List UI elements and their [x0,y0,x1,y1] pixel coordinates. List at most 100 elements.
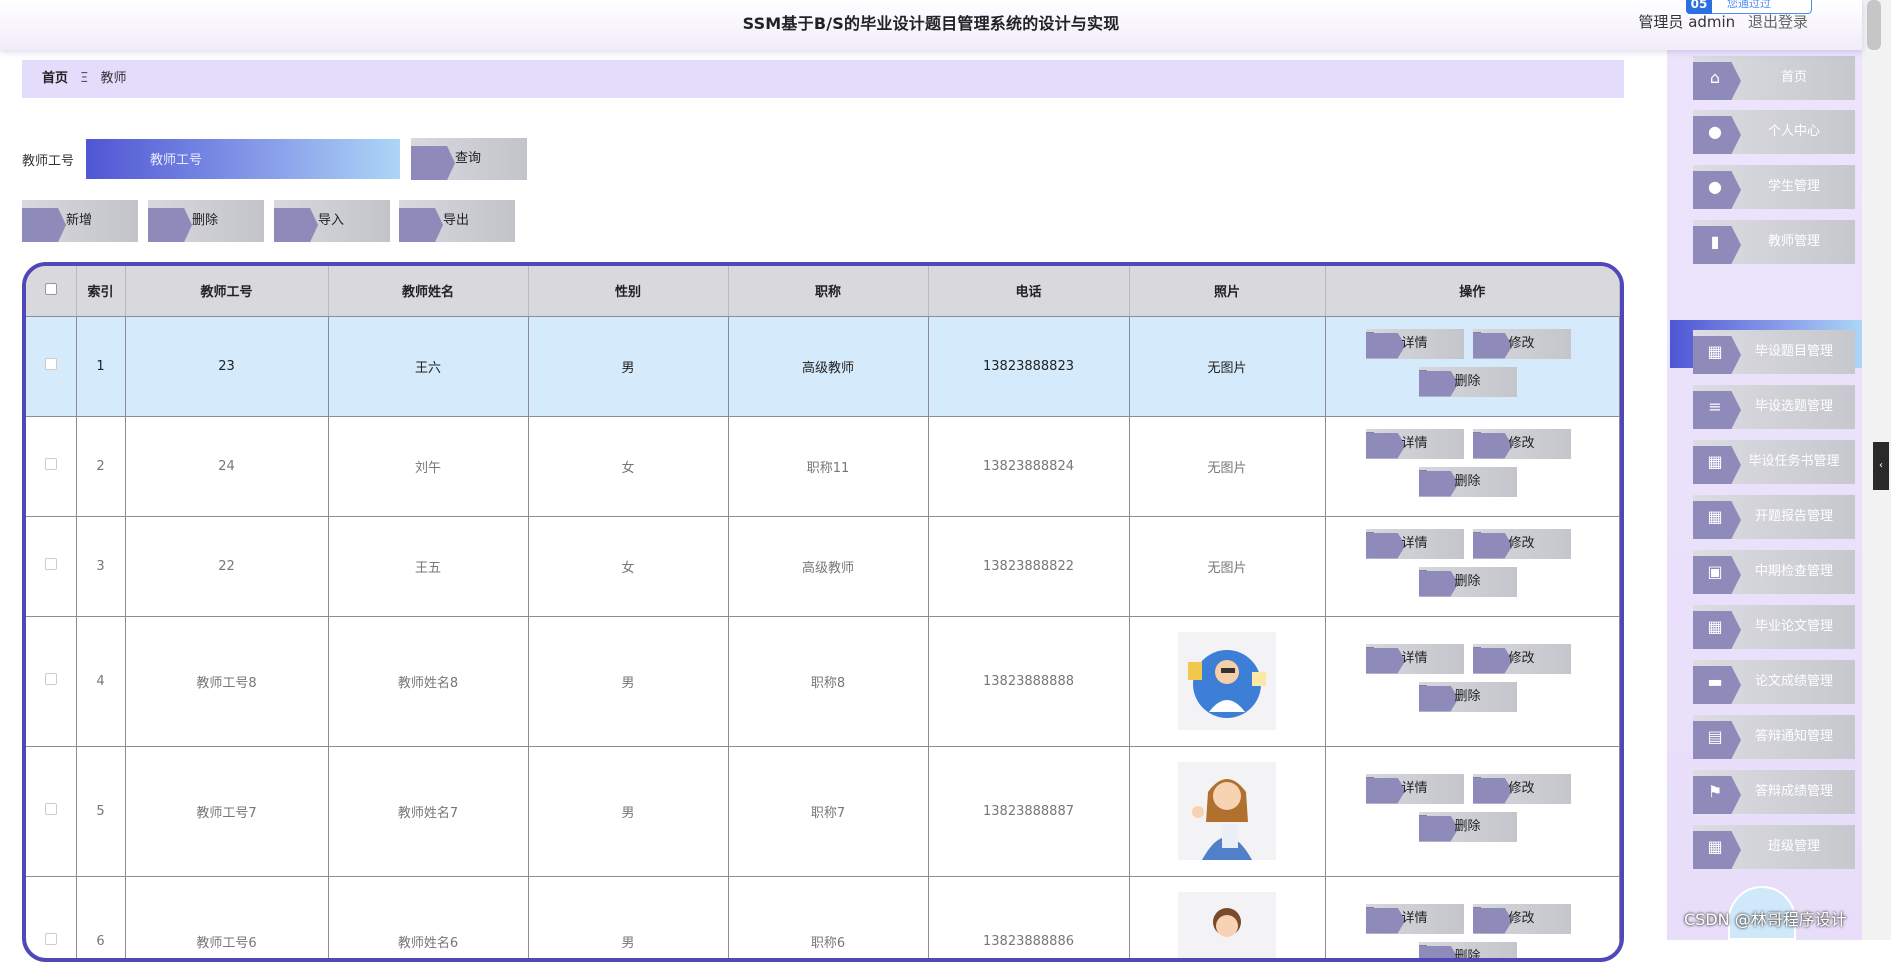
edit-button[interactable]: 修改 [1473,529,1571,559]
row-checkbox-cell[interactable] [26,416,76,516]
breadcrumb-home[interactable]: 首页 [42,71,68,86]
user-label: 管理员 admin [1638,13,1735,31]
add-button[interactable]: 新增 [22,200,138,242]
sidebar-item-label: 毕业论文管理 [1733,605,1855,649]
column-header: 教师姓名 [328,266,528,316]
flag-icon [1473,648,1513,674]
sidebar-item-profile[interactable]: ● 个人中心 [1693,110,1855,154]
floating-badge: 05 [1686,0,1712,14]
row-delete-button[interactable]: 删除 [1419,567,1517,597]
cell-photo: 无图片 [1129,516,1325,616]
row-checkbox[interactable] [45,558,57,570]
cell-phone: 13823888886 [928,876,1129,962]
export-button[interactable]: 导出 [399,200,515,242]
sidebar-item-teachers[interactable]: ▮ 教师管理 [1693,220,1855,264]
table-row[interactable]: 5 教师工号7 教师姓名7 男 职称7 13823888887 [26,746,1620,876]
table-row[interactable]: 2 24 刘午 女 职称11 13823888824 无图片 详情 修改 删除 [26,416,1620,516]
cell-photo [1129,876,1325,962]
detail-button[interactable]: 详情 [1366,904,1464,934]
sidebar-item-task-book[interactable]: ▦ 毕设任务书管理 [1693,440,1855,484]
logout-link[interactable]: 退出登录 [1748,13,1808,31]
select-all-checkbox[interactable] [45,283,57,295]
sidebar-item-thesis[interactable]: ▦ 毕业论文管理 [1693,605,1855,649]
sidebar-item-topics[interactable]: ▦ 毕设题目管理 [1693,330,1855,374]
row-delete-button[interactable]: 删除 [1419,682,1517,712]
sidebar-item-proposal[interactable]: ▦ 开题报告管理 [1693,495,1855,539]
row-checkbox[interactable] [45,458,57,470]
cell-teacher-id: 22 [125,516,328,616]
sidebar-item-thesis-score[interactable]: ▬ 论文成绩管理 [1693,660,1855,704]
export-button-label: 导出 [443,200,469,242]
chat-icon: ▬ [1705,672,1725,692]
cell-name: 刘午 [328,416,528,516]
sidebar-item-students[interactable]: ● 学生管理 [1693,165,1855,209]
row-checkbox[interactable] [45,673,57,685]
detail-button[interactable]: 详情 [1366,774,1464,804]
row-checkbox[interactable] [45,358,57,370]
column-header: 性别 [528,266,728,316]
sidebar-item-label: 首页 [1733,56,1855,100]
row-checkbox-cell[interactable] [26,616,76,746]
flag-icon [399,208,443,242]
detail-button[interactable]: 详情 [1366,529,1464,559]
select-all-header[interactable] [26,266,76,316]
edit-button[interactable]: 修改 [1473,644,1571,674]
cell-teacher-id: 24 [125,416,328,516]
flag-icon [1473,533,1513,559]
delete-button[interactable]: 删除 [148,200,264,242]
edit-button[interactable]: 修改 [1473,429,1571,459]
table-row[interactable]: 4 教师工号8 教师姓名8 男 职称8 13823888888 [26,616,1620,746]
row-checkbox-cell[interactable] [26,876,76,962]
row-delete-button[interactable]: 删除 [1419,812,1517,842]
table-row[interactable]: 6 教师工号6 教师姓名6 男 职称6 13823888886 [26,876,1620,962]
column-header: 教师工号 [125,266,328,316]
cell-actions: 详情 修改 删除 [1325,316,1620,416]
flag-icon [1419,816,1459,842]
row-checkbox[interactable] [45,933,57,945]
sidebar-item-label: 毕设题目管理 [1733,330,1855,374]
sidebar-item-topic-selection[interactable]: ≡ 毕设选题管理 [1693,385,1855,429]
sidebar-item-defense-notice[interactable]: ▤ 答辩通知管理 [1693,715,1855,759]
flag-icon [1366,648,1406,674]
cell-index: 2 [76,416,125,516]
row-checkbox-cell[interactable] [26,516,76,616]
row-delete-button[interactable]: 删除 [1419,942,1517,962]
sidebar-item-midterm[interactable]: ▣ 中期检查管理 [1693,550,1855,594]
sidebar-item-defense-score[interactable]: ⚑ 答辩成绩管理 [1693,770,1855,814]
sidebar-item-label: 个人中心 [1733,110,1855,154]
cell-teacher-id: 教师工号7 [125,746,328,876]
edit-button[interactable]: 修改 [1473,774,1571,804]
detail-button[interactable]: 详情 [1366,429,1464,459]
sidebar-item-label: 教师管理 [1733,220,1855,264]
delete-label: 删除 [1455,467,1481,497]
edit-label: 修改 [1509,904,1535,934]
row-checkbox-cell[interactable] [26,316,76,416]
flag-icon [22,208,66,242]
cell-actions: 详情 修改 删除 [1325,746,1620,876]
query-button[interactable]: 查询 [411,138,527,180]
scrollbar-thumb[interactable] [1867,0,1881,50]
edit-button[interactable]: 修改 [1473,904,1571,934]
detail-button[interactable]: 详情 [1366,329,1464,359]
sidebar-item-class[interactable]: ▦ 班级管理 [1693,825,1855,869]
table-row[interactable]: 1 23 王六 男 高级教师 13823888823 无图片 详情 修改 删除 [26,316,1620,416]
cell-phone: 13823888888 [928,616,1129,746]
teacher-id-search-input[interactable] [86,139,400,179]
cell-gender: 男 [528,746,728,876]
row-checkbox[interactable] [45,803,57,815]
sidebar-item-home[interactable]: ⌂ 首页 [1693,56,1855,100]
detail-label: 详情 [1402,429,1428,459]
row-delete-button[interactable]: 删除 [1419,467,1517,497]
column-header: 电话 [928,266,1129,316]
sidebar: ⌂ 首页 ● 个人中心 ● 学生管理 ▮ 教师管理 教师 ▦ 毕设题目管理 ≡ … [1667,50,1862,940]
sidebar-item-label: 开题报告管理 [1733,495,1855,539]
import-button[interactable]: 导入 [274,200,390,242]
sidebar-collapse-handle[interactable]: ‹ [1873,442,1889,490]
flag-icon: ⚑ [1705,782,1725,802]
edit-button[interactable]: 修改 [1473,329,1571,359]
row-checkbox-cell[interactable] [26,746,76,876]
row-delete-button[interactable]: 删除 [1419,367,1517,397]
detail-button[interactable]: 详情 [1366,644,1464,674]
table-row[interactable]: 3 22 王五 女 高级教师 13823888822 无图片 详情 修改 删除 [26,516,1620,616]
delete-label: 删除 [1455,942,1481,962]
